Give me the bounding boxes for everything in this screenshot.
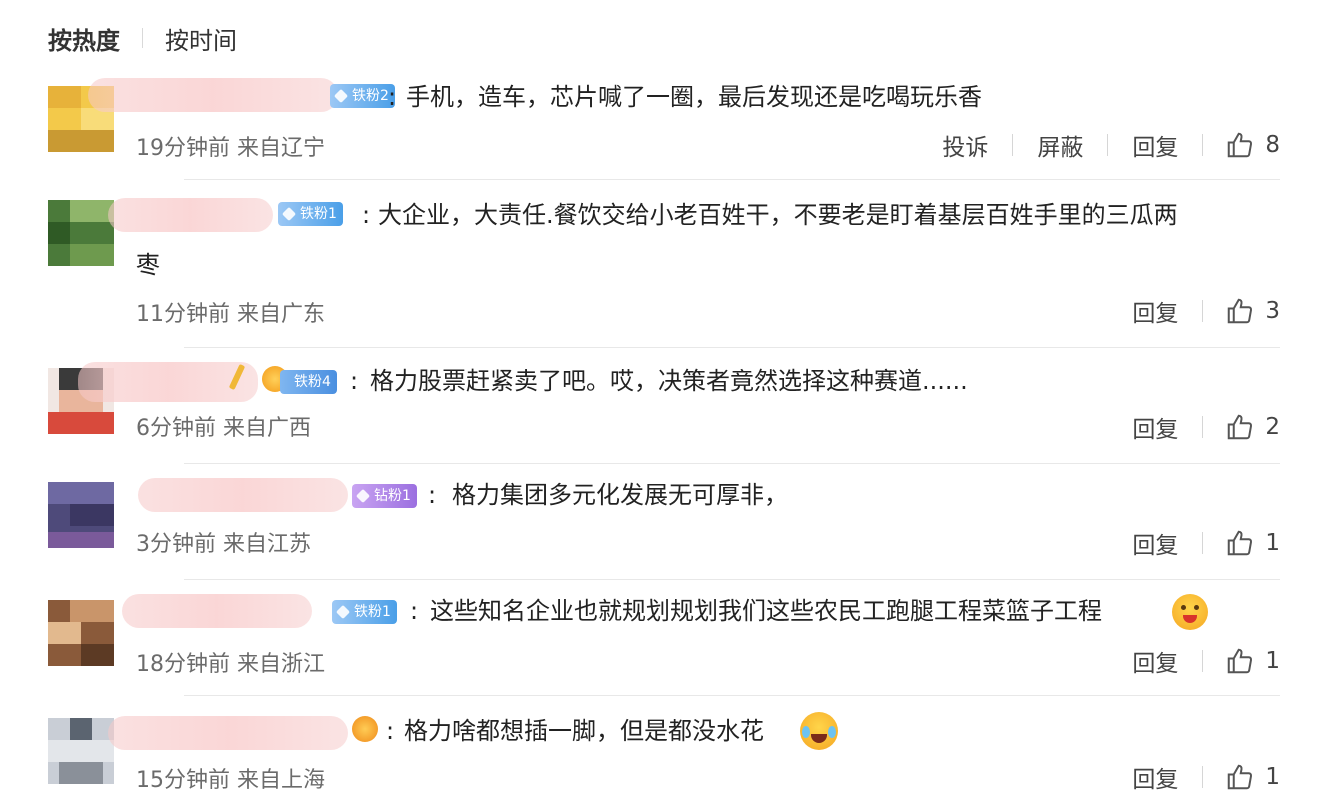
comment-colon: : — [386, 717, 395, 745]
comment-colon: : — [388, 83, 397, 111]
reply-button[interactable]: 回复 — [1108, 526, 1202, 560]
comment-colon: : — [428, 481, 437, 509]
comment-actions: 回复 3 — [1108, 294, 1280, 328]
fan-badge-label: 铁粉2 — [352, 88, 389, 104]
thumbs-up-icon — [1228, 132, 1253, 158]
fan-badge-label: 铁粉4 — [294, 374, 331, 390]
comment-actions: 回复 1 — [1108, 644, 1280, 678]
comment-item: : 格力啥都想插一脚，但是都没水花 15分钟前 来自上海 回复 1 — [48, 696, 1280, 804]
username-masked[interactable] — [108, 716, 348, 750]
reply-button[interactable]: 回复 — [1108, 294, 1202, 328]
comment-meta: 18分钟前 来自浙江 — [136, 652, 325, 677]
report-button[interactable]: 投诉 — [918, 128, 1012, 162]
thumbs-up-icon — [1228, 530, 1253, 556]
thumbs-up-icon — [1228, 764, 1253, 790]
sort-bar: 按热度 按时间 — [48, 21, 237, 56]
comment-text: 这些知名企业也就规划规划我们这些农民工跑腿工程菜篮子工程 — [430, 597, 1102, 625]
like-count: 1 — [1265, 648, 1280, 674]
diamond-icon — [335, 604, 351, 620]
fan-badge: 铁粉1 — [278, 202, 343, 226]
crown-icon — [352, 716, 378, 742]
laughing-crying-emoji — [800, 712, 838, 750]
like-button[interactable]: 1 — [1203, 646, 1280, 676]
username-masked[interactable] — [88, 78, 338, 112]
fan-badge: 钻粉1 — [352, 484, 417, 508]
comment-colon: : — [410, 597, 419, 625]
avatar[interactable] — [48, 600, 114, 666]
reply-button[interactable]: 回复 — [1108, 128, 1202, 162]
thumbs-up-icon — [1228, 298, 1253, 324]
comment-actions: 回复 2 — [1108, 410, 1280, 444]
comment-text: 格力集团多元化发展无可厚非， — [452, 481, 788, 509]
comment-actions: 回复 1 — [1108, 526, 1280, 560]
comment-text: 手机，造车，芯片喊了一圈，最后发现还是吃喝玩乐香 — [406, 83, 982, 111]
comment-text: 格力啥都想插一脚，但是都没水花 — [404, 717, 764, 745]
like-count: 2 — [1265, 414, 1280, 440]
username-masked[interactable] — [108, 198, 273, 232]
comment-text: 大企业，大责任.餐饮交给小老百姓干，不要老是盯着基层百姓手里的三瓜两 — [378, 201, 1178, 229]
like-button[interactable]: 3 — [1203, 296, 1280, 326]
like-button[interactable]: 2 — [1203, 412, 1280, 442]
fan-badge: 铁粉1 — [332, 600, 397, 624]
reply-button[interactable]: 回复 — [1108, 410, 1202, 444]
comment-actions: 回复 1 — [1108, 760, 1280, 794]
reply-button[interactable]: 回复 — [1108, 760, 1202, 794]
comment-meta: 15分钟前 来自上海 — [136, 768, 325, 793]
fan-badge: 铁粉2 — [330, 84, 395, 108]
comment-text: 格力股票赶紧卖了吧。哎，决策者竟然选择这种赛道...... — [370, 367, 968, 395]
fan-badge-label: 铁粉1 — [300, 206, 337, 222]
like-button[interactable]: 8 — [1203, 130, 1280, 160]
like-count: 1 — [1265, 530, 1280, 556]
sort-by-hot-tab[interactable]: 按热度 — [48, 21, 120, 56]
username-masked[interactable] — [138, 478, 348, 512]
comment-item: 铁粉4 : 格力股票赶紧卖了吧。哎，决策者竟然选择这种赛道...... 6分钟前… — [48, 348, 1280, 464]
fan-badge: 铁粉4 — [280, 370, 337, 394]
comment-item: 铁粉1 : 这些知名企业也就规划规划我们这些农民工跑腿工程菜篮子工程 18分钟前… — [48, 580, 1280, 696]
username-masked[interactable] — [122, 594, 312, 628]
comment-actions: 投诉 屏蔽 回复 8 — [918, 128, 1280, 162]
thumbs-up-icon — [1228, 414, 1253, 440]
diamond-icon — [333, 88, 349, 104]
avatar[interactable] — [48, 200, 114, 266]
like-count: 3 — [1265, 298, 1280, 324]
comment-text-continued: 枣 — [136, 251, 160, 279]
like-count: 8 — [1265, 132, 1280, 158]
diamond-icon — [281, 206, 297, 222]
comment-colon: : — [350, 367, 359, 395]
comment-item: 钻粉1 : 格力集团多元化发展无可厚非， 3分钟前 来自江苏 回复 1 — [48, 464, 1280, 580]
like-count: 1 — [1265, 764, 1280, 790]
comment-meta: 11分钟前 来自广东 — [136, 302, 325, 327]
diamond-icon — [355, 488, 371, 504]
avatar[interactable] — [48, 718, 114, 784]
comment-meta: 19分钟前 来自辽宁 — [136, 136, 325, 161]
comment-colon: : — [362, 201, 371, 229]
like-button[interactable]: 1 — [1203, 762, 1280, 792]
sort-by-time-tab[interactable]: 按时间 — [165, 21, 237, 56]
fan-badge-label: 钻粉1 — [374, 488, 411, 504]
thumbs-up-icon — [1228, 648, 1253, 674]
comment-meta: 6分钟前 来自广西 — [136, 416, 311, 441]
sort-divider — [142, 28, 143, 48]
comment-item: 铁粉1 : 大企业，大责任.餐饮交给小老百姓干，不要老是盯着基层百姓手里的三瓜两… — [48, 180, 1280, 348]
comment-item: 铁粉2 : 手机，造车，芯片喊了一圈，最后发现还是吃喝玩乐香 19分钟前 来自辽… — [48, 70, 1280, 180]
grinning-face-emoji — [1172, 594, 1208, 630]
block-button[interactable]: 屏蔽 — [1013, 128, 1107, 162]
like-button[interactable]: 1 — [1203, 528, 1280, 558]
comment-meta: 3分钟前 来自江苏 — [136, 532, 311, 557]
reply-button[interactable]: 回复 — [1108, 644, 1202, 678]
fan-badge-label: 铁粉1 — [354, 604, 391, 620]
avatar[interactable] — [48, 482, 114, 548]
